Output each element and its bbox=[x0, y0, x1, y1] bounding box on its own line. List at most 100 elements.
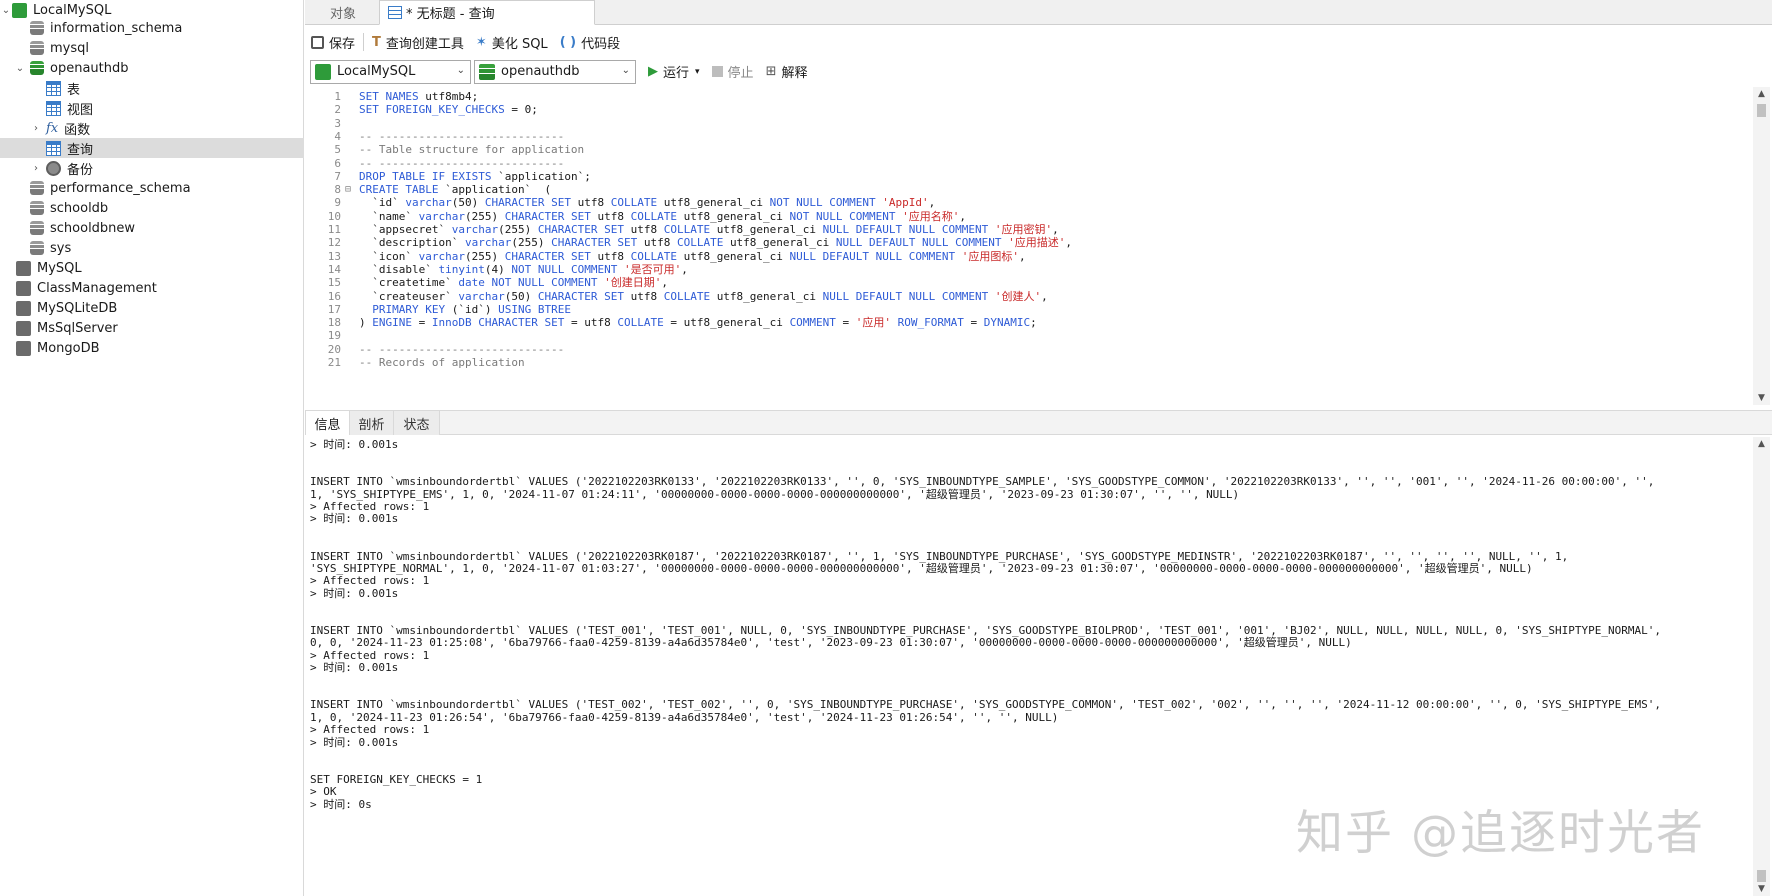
database-icon bbox=[30, 201, 44, 215]
tree-item-views[interactable]: 视图 bbox=[0, 98, 304, 118]
chevron-down-icon[interactable]: ⌄ bbox=[0, 0, 12, 20]
tree-item-label: ClassManagement bbox=[37, 280, 157, 296]
tree-item-mongodb[interactable]: MongoDB bbox=[0, 338, 304, 358]
function-icon: fx bbox=[46, 120, 59, 136]
scrollbar-thumb[interactable] bbox=[1757, 104, 1766, 117]
tree-item-label: 表 bbox=[67, 82, 81, 98]
database-icon bbox=[30, 21, 44, 35]
tree-item-mysql-db[interactable]: mysql bbox=[0, 38, 304, 58]
tree-item-label: schooldbnew bbox=[50, 220, 136, 236]
tree-item-label: MySQL bbox=[37, 260, 82, 276]
tree-item-information-schema[interactable]: information_schema bbox=[0, 18, 304, 38]
run-button[interactable]: ▶ 运行 ▾ bbox=[642, 61, 706, 83]
tab-label: 对象 bbox=[330, 7, 357, 22]
query-icon bbox=[46, 140, 61, 156]
tree-item-label: schooldb bbox=[50, 200, 109, 216]
tree-item-mssqlserver[interactable]: MsSqlServer bbox=[0, 318, 304, 338]
tree-item-mysqlitedb[interactable]: MySQLiteDB bbox=[0, 298, 304, 318]
tree-item-tables[interactable]: 表 bbox=[0, 78, 304, 98]
tab-label: 信息 bbox=[314, 417, 341, 433]
scroll-down-icon[interactable]: ▼ bbox=[1753, 882, 1770, 896]
scroll-up-icon[interactable]: ▲ bbox=[1753, 87, 1770, 101]
chevron-right-icon[interactable]: › bbox=[30, 158, 42, 178]
tree-item-performance-schema[interactable]: performance_schema bbox=[0, 178, 304, 198]
explain-label: 解释 bbox=[781, 66, 808, 81]
message-line: > 时间: 0.001s bbox=[310, 735, 399, 749]
stop-icon bbox=[711, 66, 723, 77]
code-snippet-button[interactable]: ( ) 代码段 bbox=[554, 31, 626, 53]
tree-item-label: 查询 bbox=[67, 142, 94, 158]
sqlserver-connection-icon bbox=[16, 320, 31, 336]
tree-item-backups[interactable]: › 备份 bbox=[0, 158, 304, 178]
tab-label: * 无标题 - 查询 bbox=[406, 7, 495, 22]
run-label: 运行 bbox=[663, 66, 690, 81]
connection-select-value: LocalMySQL bbox=[337, 64, 416, 79]
explain-icon: ⊞ bbox=[765, 64, 777, 79]
connection-toolbar: LocalMySQL ⌄ openauthdb ⌄ ▶ 运行 ▾ 停止 ⊞ 解释 bbox=[305, 58, 1772, 85]
watermark-text: 知乎 @追逐时光者 bbox=[1296, 806, 1705, 861]
save-button[interactable]: 保存 bbox=[305, 31, 361, 53]
chevron-down-icon[interactable]: ⌄ bbox=[14, 58, 26, 78]
braces-icon: ( ) bbox=[559, 34, 577, 50]
beautify-sql-button[interactable]: ✶ 美化 SQL bbox=[470, 31, 554, 53]
stop-label: 停止 bbox=[727, 66, 754, 81]
run-dropdown-icon[interactable]: ▾ bbox=[695, 67, 700, 77]
view-icon bbox=[46, 100, 61, 116]
tree-item-localmysql[interactable]: ⌄ LocalMySQL bbox=[0, 0, 304, 20]
toolbar-separator bbox=[363, 33, 365, 51]
scroll-up-icon[interactable]: ▲ bbox=[1753, 437, 1770, 451]
tab-objects[interactable]: 对象 bbox=[330, 0, 356, 25]
editor-scrollbar[interactable]: ▲ ▼ bbox=[1753, 87, 1770, 405]
database-icon bbox=[30, 241, 44, 255]
scrollbar-thumb[interactable] bbox=[1757, 870, 1766, 882]
stop-button[interactable]: 停止 bbox=[706, 61, 760, 83]
query-builder-button[interactable]: T 查询创建工具 bbox=[366, 31, 470, 53]
document-tab-bar: 对象 * 无标题 - 查询 bbox=[305, 0, 1772, 25]
message-line: > 时间: 0s bbox=[310, 797, 372, 811]
sqlite-connection-icon bbox=[16, 300, 31, 316]
message-line: 0, 0, '2024-11-23 01:25:08', '6ba79766-f… bbox=[310, 636, 1352, 650]
query-icon bbox=[388, 6, 402, 19]
hammer-icon: T bbox=[372, 34, 381, 50]
chevron-down-icon: ⌄ bbox=[456, 64, 465, 76]
mysql-connection-icon bbox=[16, 260, 31, 276]
tree-item-queries[interactable]: 查询 bbox=[0, 138, 304, 158]
save-icon bbox=[311, 35, 324, 49]
database-icon bbox=[30, 221, 44, 235]
tree-item-classmanagement[interactable]: ClassManagement bbox=[0, 278, 304, 298]
tab-untitled-query[interactable]: * 无标题 - 查询 bbox=[379, 0, 595, 25]
message-line: > 时间: 0.001s bbox=[310, 512, 399, 526]
mongodb-connection-icon bbox=[16, 340, 31, 356]
magic-wand-icon: ✶ bbox=[475, 34, 487, 50]
scroll-down-icon[interactable]: ▼ bbox=[1753, 391, 1770, 405]
message-scrollbar[interactable]: ▲ ▼ bbox=[1753, 437, 1770, 896]
tree-item-sys[interactable]: sys bbox=[0, 238, 304, 258]
tree-item-mysql-connection[interactable]: MySQL bbox=[0, 258, 304, 278]
tree-item-schooldbnew[interactable]: schooldbnew bbox=[0, 218, 304, 238]
message-line: > 时间: 0.001s bbox=[310, 438, 399, 451]
tab-label: 状态 bbox=[403, 417, 430, 433]
sql-editor[interactable]: 1 SET NAMES utf8mb4; 2 SET FOREIGN_KEY_CHEC… bbox=[305, 87, 1753, 405]
tree-item-functions[interactable]: › fx 函数 bbox=[0, 118, 304, 138]
tree-item-label: information_schema bbox=[50, 20, 183, 36]
mysql-connection-icon bbox=[315, 63, 331, 80]
chevron-right-icon[interactable]: › bbox=[30, 118, 42, 138]
tree-item-label: 函数 bbox=[64, 122, 91, 138]
beautify-sql-label: 美化 SQL bbox=[491, 36, 548, 52]
code-snippet-label: 代码段 bbox=[581, 36, 621, 52]
tree-item-label: MySQLiteDB bbox=[37, 300, 118, 316]
tree-item-openauthdb[interactable]: ⌄ openauthdb bbox=[0, 58, 304, 78]
play-icon: ▶ bbox=[648, 64, 658, 79]
sqlite-connection-icon bbox=[16, 280, 31, 296]
connection-select[interactable]: LocalMySQL ⌄ bbox=[310, 59, 471, 84]
tree-item-schooldb[interactable]: schooldb bbox=[0, 198, 304, 218]
tab-profile[interactable]: 剖析 bbox=[350, 411, 394, 435]
database-select[interactable]: openauthdb ⌄ bbox=[474, 59, 636, 84]
explain-button[interactable]: ⊞ 解释 bbox=[760, 61, 814, 83]
tab-info[interactable]: 信息 bbox=[305, 411, 350, 435]
message-line: 1, 'SYS_SHIPTYPE_EMS', 1, 0, '2024-11-07… bbox=[310, 487, 1240, 501]
tab-status[interactable]: 状态 bbox=[394, 411, 440, 435]
save-label: 保存 bbox=[329, 36, 356, 52]
query-builder-label: 查询创建工具 bbox=[385, 36, 464, 52]
tree-item-label: 备份 bbox=[67, 162, 94, 178]
